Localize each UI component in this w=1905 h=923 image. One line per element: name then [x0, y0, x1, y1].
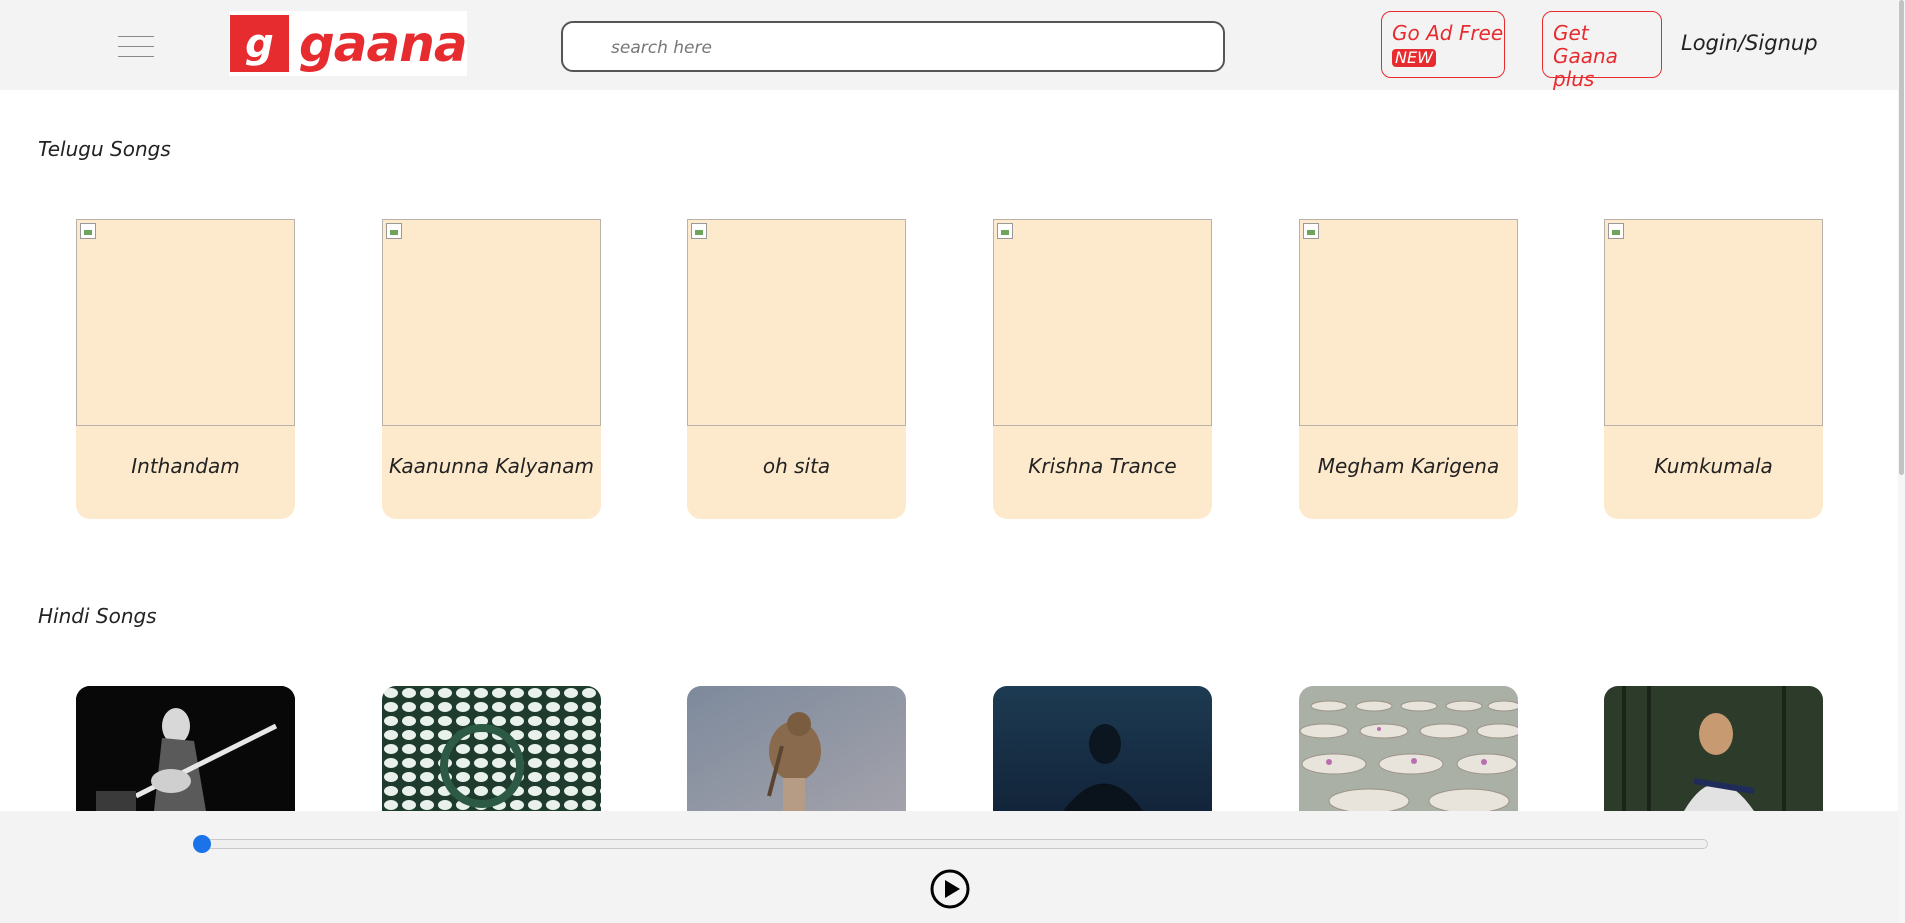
song-title: Kumkumala [1654, 454, 1773, 478]
song-card[interactable]: Inthandam [76, 219, 295, 519]
song-cover-image [382, 219, 601, 426]
singer-photo [993, 686, 1212, 811]
hindi-song-card-image[interactable] [76, 686, 295, 811]
lotus-pots-photo [1299, 686, 1518, 811]
broken-image-icon [691, 223, 707, 239]
song-title: Megham Karigena [1317, 454, 1500, 478]
play-circle-icon[interactable] [929, 868, 971, 910]
song-card[interactable]: Kaanunna Kalyanam [382, 219, 601, 519]
song-cover-image [993, 219, 1212, 426]
seek-knob[interactable] [193, 835, 211, 853]
guitarist-photo [1604, 686, 1823, 811]
song-title: Inthandam [131, 454, 240, 478]
hindi-song-card-image[interactable] [1299, 686, 1518, 811]
logo-mark: g [230, 15, 289, 72]
broken-image-icon [1303, 223, 1319, 239]
logo-wordmark: gaana [299, 14, 468, 73]
song-card[interactable]: Krishna Trance [993, 219, 1212, 519]
seek-slider[interactable] [193, 835, 1708, 853]
login-signup-link[interactable]: Login/Signup [1681, 31, 1818, 55]
gaana-logo[interactable]: g gaana [229, 11, 468, 76]
hindi-song-card-image[interactable] [382, 686, 601, 811]
song-title: Krishna Trance [1028, 454, 1177, 478]
section-title-telugu: Telugu Songs [38, 137, 171, 161]
get-gaana-plus-label: Get Gaana plus [1553, 21, 1618, 91]
header-bar: g gaana Go Ad Free NEW Get Gaana plus Lo… [0, 0, 1905, 91]
song-title: oh sita [762, 454, 831, 478]
song-title: Kaanunna Kalyanam [389, 454, 594, 478]
hamburger-menu-icon[interactable] [118, 36, 154, 58]
song-cover-image [76, 219, 295, 426]
broken-image-icon [997, 223, 1013, 239]
broken-image-icon [1608, 223, 1624, 239]
hindi-song-card-image[interactable] [993, 686, 1212, 811]
broken-image-icon [80, 223, 96, 239]
song-card[interactable]: Kumkumala [1604, 219, 1823, 519]
scrollbar-thumb[interactable] [1899, 0, 1904, 475]
section-title-hindi: Hindi Songs [38, 604, 157, 628]
get-gaana-plus-button[interactable]: Get Gaana plus [1542, 11, 1662, 91]
song-cover-image [1604, 219, 1823, 426]
new-badge: NEW [1392, 49, 1436, 67]
sparrow-photo [687, 686, 906, 811]
song-card[interactable]: Megham Karigena [1299, 219, 1518, 519]
music-player-bar [0, 811, 1905, 923]
broken-image-icon [386, 223, 402, 239]
page-scrollbar[interactable] [1898, 0, 1905, 923]
search-input[interactable] [609, 23, 1213, 72]
song-card[interactable]: oh sita [687, 219, 906, 519]
go-ad-free-button[interactable]: Go Ad Free NEW [1381, 11, 1505, 78]
plant-cell-photo [382, 686, 601, 811]
bassist-photo [76, 686, 295, 811]
hindi-song-card-image[interactable] [687, 686, 906, 811]
go-ad-free-label: Go Ad Free [1392, 21, 1504, 45]
song-cover-image [687, 219, 906, 426]
hindi-song-card-image[interactable] [1604, 686, 1823, 811]
search-box[interactable] [561, 21, 1225, 72]
song-cover-image [1299, 219, 1518, 426]
